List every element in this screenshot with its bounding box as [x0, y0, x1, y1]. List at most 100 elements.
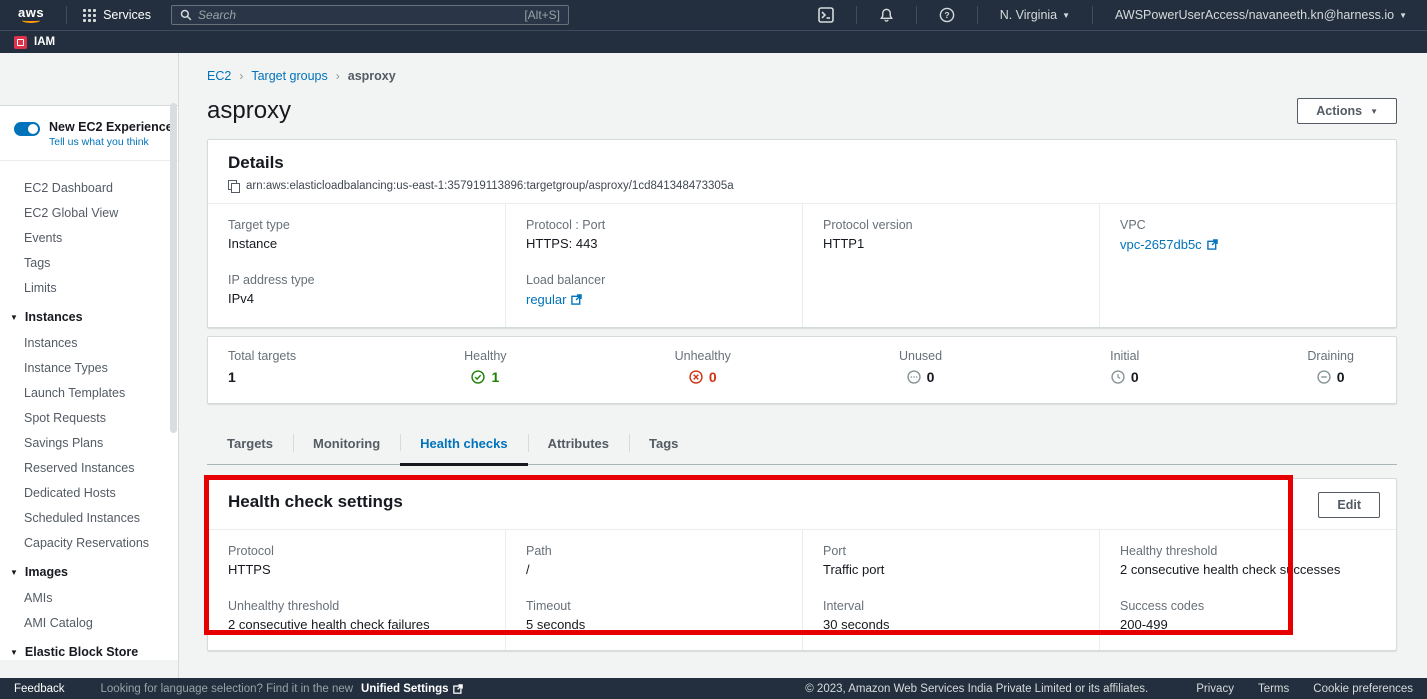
sidebar-panel: New EC2 Experience Tell us what you thin…: [0, 105, 178, 660]
sidebar-item-dedicated-hosts[interactable]: Dedicated Hosts: [0, 480, 178, 505]
targets-summary-panel: Total targets 1 Healthy 1 Unhealthy 0 Un…: [207, 336, 1397, 404]
sidebar-nav: EC2 Dashboard EC2 Global View Events Tag…: [0, 161, 178, 660]
field-label: IP address type: [228, 273, 485, 287]
cloudshell-icon: [818, 7, 834, 23]
vpc-link-label: vpc-2657db5c: [1120, 237, 1202, 252]
actions-button[interactable]: Actions ▼: [1297, 98, 1397, 124]
search-icon: [180, 9, 192, 21]
sidebar-item-reserved-instances[interactable]: Reserved Instances: [0, 455, 178, 480]
vpc-link[interactable]: vpc-2657db5c: [1120, 237, 1218, 252]
field-label: Path: [526, 544, 782, 558]
chevron-down-icon: ▼: [10, 648, 18, 657]
sidebar-item-tags[interactable]: Tags: [0, 250, 178, 275]
chevron-down-icon: ▼: [10, 568, 18, 577]
sidebar-item-limits[interactable]: Limits: [0, 275, 178, 300]
summary-healthy: Healthy 1: [464, 349, 506, 389]
search-shortcut-hint: [Alt+S]: [524, 8, 560, 22]
tab-attributes[interactable]: Attributes: [528, 426, 629, 464]
clock-icon: [1111, 370, 1125, 384]
new-experience-toggle[interactable]: [14, 122, 40, 136]
cookie-preferences-link[interactable]: Cookie preferences: [1313, 683, 1413, 695]
footer-bar: Feedback Looking for language selection?…: [0, 678, 1427, 699]
sidebar-item-launch-templates[interactable]: Launch Templates: [0, 380, 178, 405]
region-selector[interactable]: N. Virginia ▼: [990, 8, 1080, 22]
draining-count: 0: [1337, 369, 1345, 385]
sidebar-section-elastic-block-store[interactable]: ▼ Elastic Block Store: [0, 635, 178, 660]
sidebar-section-images[interactable]: ▼ Images: [0, 555, 178, 585]
load-balancer-link-label: regular: [526, 292, 566, 307]
tab-monitoring[interactable]: Monitoring: [293, 426, 400, 464]
sidebar-item-amis[interactable]: AMIs: [0, 585, 178, 610]
sidebar-section-instances[interactable]: ▼ Instances: [0, 300, 178, 330]
svg-text:?: ?: [944, 10, 949, 20]
hc-timeout-value: 5 seconds: [526, 617, 782, 632]
sidebar-item-ami-catalog[interactable]: AMI Catalog: [0, 610, 178, 635]
unified-settings-link[interactable]: Unified Settings: [361, 683, 463, 695]
target-group-arn: arn:aws:elasticloadbalancing:us-east-1:3…: [246, 180, 734, 192]
favorite-iam-link[interactable]: IAM: [34, 36, 55, 48]
sidebar-item-ec2-dashboard[interactable]: EC2 Dashboard: [0, 175, 178, 200]
tab-tags[interactable]: Tags: [629, 426, 698, 464]
summary-label: Draining: [1307, 349, 1354, 363]
breadcrumb-target-groups[interactable]: Target groups: [251, 69, 327, 83]
notifications-button[interactable]: [869, 0, 904, 30]
hc-protocol-value: HTTPS: [228, 562, 485, 577]
sidebar-item-instance-types[interactable]: Instance Types: [0, 355, 178, 380]
field-label: Timeout: [526, 599, 782, 613]
minus-circle-icon: [1317, 370, 1331, 384]
sidebar-item-instances[interactable]: Instances: [0, 330, 178, 355]
external-link-icon: [1207, 239, 1218, 250]
target-type-value: Instance: [228, 236, 485, 251]
page-title: asproxy: [207, 97, 291, 125]
help-icon: ?: [939, 7, 955, 23]
new-experience-label: New EC2 Experience: [49, 120, 173, 134]
sidebar-item-savings-plans[interactable]: Savings Plans: [0, 430, 178, 455]
feedback-link[interactable]: Tell us what you think: [49, 136, 173, 148]
initial-count: 0: [1131, 369, 1139, 385]
sidebar-item-events[interactable]: Events: [0, 225, 178, 250]
terms-link[interactable]: Terms: [1258, 683, 1289, 695]
bell-icon: [879, 7, 894, 23]
sidebar-item-scheduled-instances[interactable]: Scheduled Instances: [0, 505, 178, 530]
field-label: Port: [823, 544, 1079, 558]
hc-success-codes-value: 200-499: [1120, 617, 1376, 632]
field-label: Protocol version: [823, 218, 1079, 232]
summary-initial: Initial 0: [1110, 349, 1139, 389]
tab-health-checks[interactable]: Health checks: [400, 426, 527, 466]
cloudshell-button[interactable]: [808, 0, 844, 30]
main-content: EC2 › Target groups › asproxy asproxy Ac…: [179, 53, 1427, 678]
load-balancer-link[interactable]: regular: [526, 292, 582, 307]
nav-divider: [916, 6, 917, 24]
sidebar-item-spot-requests[interactable]: Spot Requests: [0, 405, 178, 430]
actions-button-label: Actions: [1316, 104, 1362, 118]
edit-button[interactable]: Edit: [1318, 492, 1380, 518]
tab-targets[interactable]: Targets: [207, 426, 293, 464]
summary-label: Unused: [899, 349, 942, 363]
breadcrumb-ec2[interactable]: EC2: [207, 69, 231, 83]
services-menu-button[interactable]: Services: [75, 8, 159, 22]
sidebar-scrollbar[interactable]: [170, 103, 177, 433]
summary-label: Healthy: [464, 349, 506, 363]
check-circle-icon: [471, 370, 485, 384]
help-button[interactable]: ?: [929, 0, 965, 30]
edit-button-label: Edit: [1337, 498, 1361, 512]
breadcrumb-current: asproxy: [348, 69, 396, 83]
field-label: Load balancer: [526, 273, 782, 287]
global-search-box[interactable]: [Alt+S]: [171, 5, 569, 25]
services-label: Services: [103, 8, 151, 22]
privacy-link[interactable]: Privacy: [1196, 683, 1234, 695]
healthy-count: 1: [491, 369, 499, 385]
field-label: Protocol : Port: [526, 218, 782, 232]
copy-icon[interactable]: [228, 180, 239, 192]
chevron-down-icon: ▼: [10, 313, 18, 322]
field-label: VPC: [1120, 218, 1376, 232]
sidebar-item-ec2-global-view[interactable]: EC2 Global View: [0, 200, 178, 225]
sidebar-item-capacity-reservations[interactable]: Capacity Reservations: [0, 530, 178, 555]
feedback-button[interactable]: Feedback: [14, 683, 65, 695]
aws-logo[interactable]: aws: [18, 7, 44, 23]
protocol-port-value: HTTPS: 443: [526, 236, 782, 251]
search-input[interactable]: [198, 8, 518, 22]
account-menu[interactable]: AWSPowerUserAccess/navaneeth.kn@harness.…: [1105, 8, 1417, 22]
ellipsis-circle-icon: [907, 370, 921, 384]
health-check-settings-panel: Health check settings Edit Protocol HTTP…: [207, 478, 1397, 651]
